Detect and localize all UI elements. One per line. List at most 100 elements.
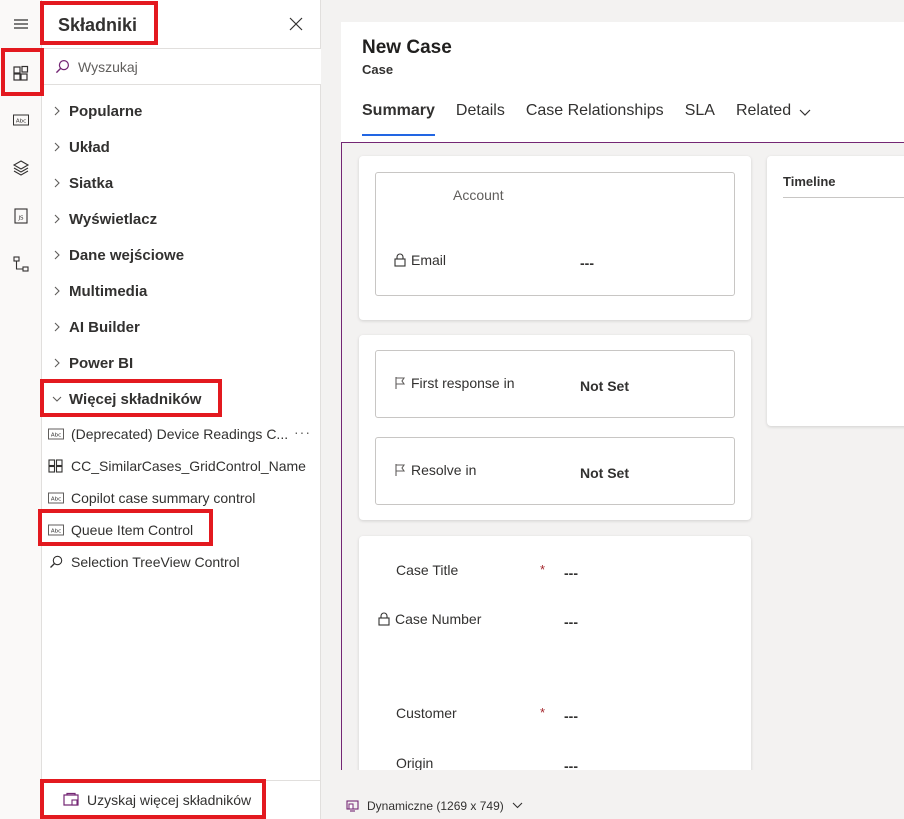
tab-label: Case Relationships xyxy=(525,102,664,119)
tab-summary[interactable]: Summary xyxy=(362,102,435,136)
resolve-in-value: Not Set xyxy=(580,465,629,481)
components-icon xyxy=(13,65,29,81)
flag-icon xyxy=(395,377,406,389)
category-wyswietlacz[interactable]: Wyświetlacz xyxy=(42,205,321,233)
category-label: Układ xyxy=(69,138,110,156)
svg-text:Abc: Abc xyxy=(51,433,61,439)
tab-case-relationships[interactable]: Case Relationships xyxy=(526,102,664,136)
chevron-down-icon[interactable] xyxy=(512,802,523,809)
tab-sla[interactable]: SLA xyxy=(685,102,715,136)
form-card-contact: Account Email --- xyxy=(359,156,751,320)
case-number-value: --- xyxy=(564,614,578,630)
rail-text-fields-button[interactable]: Abc xyxy=(0,98,42,142)
form-header: New Case Case Summary Details Case Relat… xyxy=(341,22,904,142)
tab-related[interactable]: Related xyxy=(736,102,811,136)
screen-size-icon xyxy=(346,799,359,812)
component-item-device-readings[interactable]: Abc (Deprecated) Device Readings C... ··… xyxy=(42,420,321,448)
search-box xyxy=(42,48,321,85)
customer-value[interactable]: --- xyxy=(564,708,578,724)
svg-text:JS: JS xyxy=(17,216,24,222)
category-multimedia[interactable]: Multimedia xyxy=(42,277,321,305)
search-input[interactable] xyxy=(78,55,308,79)
required-marker: * xyxy=(540,705,546,720)
case-number-field-label: Case Number xyxy=(378,611,481,627)
timeline-title: Timeline xyxy=(783,174,836,189)
category-label: Siatka xyxy=(69,174,114,192)
chevron-right-icon xyxy=(54,214,60,224)
form-card-case-details: Case Title * --- Case Number --- Custome… xyxy=(359,536,751,770)
component-item-copilot-summary[interactable]: Abc Copilot case summary control xyxy=(42,484,321,512)
email-label: Email xyxy=(411,252,447,268)
timeline-card: Timeline xyxy=(767,156,904,426)
component-label: Copilot case summary control xyxy=(71,490,256,506)
component-item-selection-treeview[interactable]: Selection TreeView Control xyxy=(42,548,321,576)
components-icon xyxy=(48,459,64,473)
chevron-down-icon xyxy=(52,396,62,402)
tab-label: Summary xyxy=(362,102,435,119)
origin-value[interactable]: --- xyxy=(564,758,578,770)
more-options-icon[interactable]: ··· xyxy=(294,424,311,440)
category-popularne[interactable]: Popularne xyxy=(42,97,321,125)
account-label: Account xyxy=(453,187,504,203)
viewport-size-label[interactable]: Dynamiczne (1269 x 749) xyxy=(367,799,504,813)
category-uklad[interactable]: Układ xyxy=(42,133,321,161)
email-field-label: Email xyxy=(394,252,446,268)
panel-title: Składniki xyxy=(58,15,138,35)
tab-label: SLA xyxy=(684,102,715,119)
rail-layers-button[interactable] xyxy=(0,146,42,190)
email-value: --- xyxy=(580,255,594,271)
category-label: Power BI xyxy=(69,354,134,372)
case-title-value[interactable]: --- xyxy=(564,565,578,581)
category-power-bi[interactable]: Power BI xyxy=(42,349,321,377)
tab-details[interactable]: Details xyxy=(456,102,505,136)
resolve-in-section[interactable]: Resolve in Not Set xyxy=(375,437,735,505)
required-marker: * xyxy=(540,562,546,577)
text-field-icon: Abc xyxy=(13,114,29,126)
rail-tree-view-button[interactable] xyxy=(0,242,42,286)
component-label: (Deprecated) Device Readings C... xyxy=(71,426,289,442)
category-label: Popularne xyxy=(69,102,143,120)
resolve-in-label: Resolve in xyxy=(411,462,477,478)
case-title-label: Case Title xyxy=(396,562,459,578)
tab-label: Details xyxy=(455,102,505,119)
category-wiecej-skladnikow[interactable]: Więcej składników xyxy=(42,385,321,413)
get-more-components-button[interactable]: Uzyskaj więcej składników xyxy=(42,780,321,819)
timeline-divider xyxy=(783,197,904,198)
category-label: Dane wejściowe xyxy=(69,246,185,264)
form-entity-name: Case xyxy=(362,62,394,77)
svg-text:Abc: Abc xyxy=(51,497,61,503)
chevron-right-icon xyxy=(54,142,60,152)
category-ai-builder[interactable]: AI Builder xyxy=(42,313,321,341)
component-item-queue-item[interactable]: Abc Queue Item Control xyxy=(42,516,321,544)
rail-scripts-button[interactable]: JS xyxy=(0,194,42,238)
component-label: CC_SimilarCases_GridControl_Name xyxy=(71,458,306,474)
first-response-field-label: First response in xyxy=(394,375,514,391)
component-item-similar-cases[interactable]: CC_SimilarCases_GridControl_Name xyxy=(42,452,321,480)
category-dane-wejsciowe[interactable]: Dane wejściowe xyxy=(42,241,321,269)
form-body: Account Email --- First response in Not … xyxy=(341,142,904,770)
first-response-section[interactable]: First response in Not Set xyxy=(375,350,735,418)
form-title: New Case xyxy=(362,37,452,58)
category-label: Multimedia xyxy=(69,282,148,300)
menu-button[interactable] xyxy=(0,2,42,46)
chevron-right-icon xyxy=(54,358,60,368)
form-card-sla: First response in Not Set Resolve in Not… xyxy=(359,335,751,520)
tree-view-icon xyxy=(13,256,29,272)
text-field-icon: Abc xyxy=(48,491,64,505)
customer-label: Customer xyxy=(396,705,457,721)
category-label: AI Builder xyxy=(69,318,140,336)
category-siatka[interactable]: Siatka xyxy=(42,169,321,197)
resolve-in-field-label: Resolve in xyxy=(394,462,476,478)
contact-section[interactable]: Account Email --- xyxy=(375,172,735,296)
lock-icon xyxy=(394,253,406,267)
rail-components-button[interactable] xyxy=(0,52,42,96)
category-label: Wyświetlacz xyxy=(69,210,158,228)
get-more-components-label: Uzyskaj więcej składników xyxy=(87,792,252,808)
form-tabs: Summary Details Case Relationships SLA R… xyxy=(362,102,832,138)
close-icon[interactable] xyxy=(288,16,304,32)
chevron-right-icon xyxy=(54,106,60,116)
case-number-label: Case Number xyxy=(395,611,482,627)
category-label: Więcej składników xyxy=(69,390,202,408)
search-icon xyxy=(55,59,70,74)
chevron-down-icon xyxy=(799,109,811,116)
